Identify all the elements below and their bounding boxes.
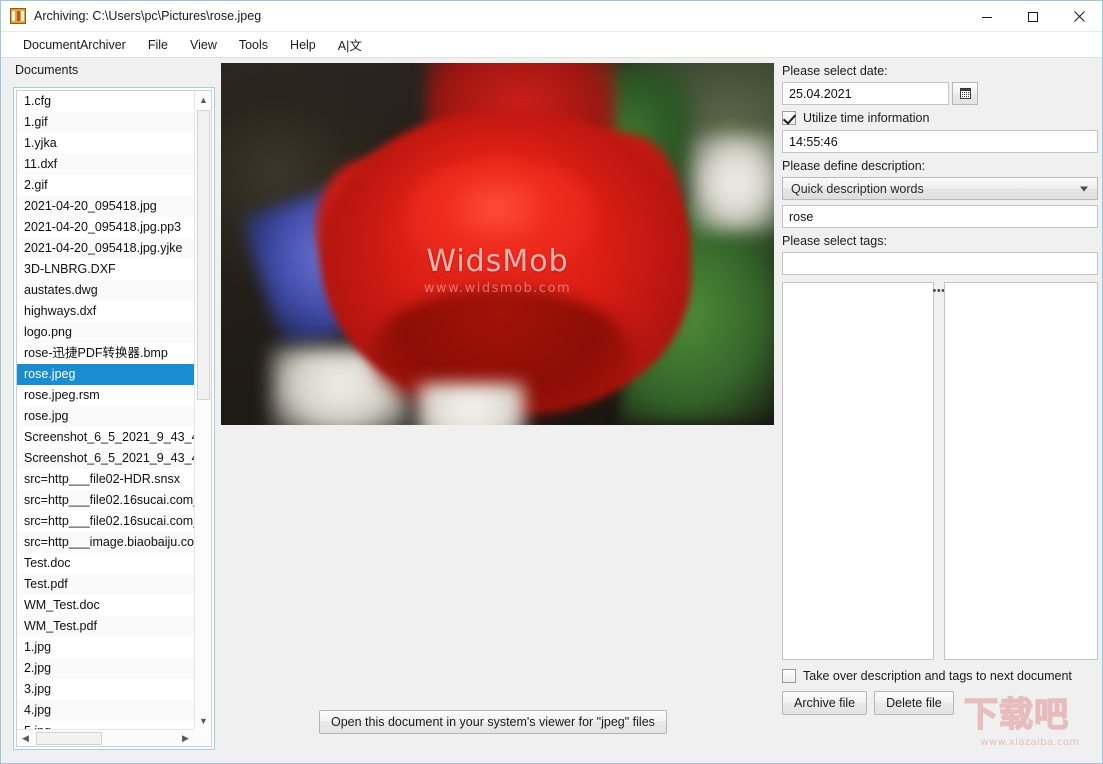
documents-label: Documents <box>5 62 215 81</box>
file-list-item[interactable]: WM_Test.pdf <box>17 616 195 637</box>
horizontal-scroll-thumb[interactable] <box>36 732 102 745</box>
menu-item-tools[interactable]: Tools <box>228 35 279 55</box>
takeover-row: Take over description and tags to next d… <box>782 669 1098 683</box>
archive-file-button[interactable]: Archive file <box>782 691 867 715</box>
file-list-item[interactable]: 1.jpg <box>17 637 195 658</box>
scroll-down-icon[interactable]: ▼ <box>195 712 212 729</box>
documents-list-inner: 1.cfg1.gif1.yjka11.dxf2.gif2021-04-20_09… <box>16 90 212 747</box>
menu-item-help[interactable]: Help <box>279 35 327 55</box>
scroll-right-icon[interactable]: ▶ <box>177 730 194 747</box>
close-button[interactable] <box>1056 1 1102 32</box>
file-list-item[interactable]: Screenshot_6_5_2021_9_43_40.j <box>17 427 195 448</box>
title-bar: Archiving: C:\Users\pc\Pictures\rose.jpe… <box>1 1 1102 32</box>
window-title: Archiving: C:\Users\pc\Pictures\rose.jpe… <box>34 9 261 23</box>
file-list-item[interactable]: rose-迅捷PDF转换器.bmp <box>17 343 195 364</box>
delete-file-button[interactable]: Delete file <box>874 691 954 715</box>
file-list-item[interactable]: src=http___file02.16sucai.com_ <box>17 511 195 532</box>
calendar-picker-button[interactable] <box>952 82 978 105</box>
file-list-item[interactable]: rose.jpeg <box>17 364 195 385</box>
date-input[interactable]: 25.04.2021 <box>782 82 949 105</box>
menu-bar: DocumentArchiver File View Tools Help A|… <box>1 32 1102 58</box>
file-list-item[interactable]: 1.cfg <box>17 91 195 112</box>
date-row: 25.04.2021 <box>782 82 1098 105</box>
vertical-scroll-thumb[interactable] <box>197 110 210 400</box>
archive-box-icon <box>10 8 26 24</box>
file-list-item[interactable]: 2021-04-20_095418.jpg.yjke <box>17 238 195 259</box>
date-label: Please select date: <box>782 64 1098 78</box>
scroll-left-icon[interactable]: ◀ <box>17 730 34 747</box>
utilize-time-label: Utilize time information <box>803 111 929 125</box>
tags-input[interactable] <box>782 252 1098 275</box>
utilize-time-checkbox[interactable] <box>782 111 796 125</box>
file-list-item[interactable]: 3D-LNBRG.DXF <box>17 259 195 280</box>
document-preview-image: WidsMob www.widsmob.com <box>221 63 774 425</box>
menu-item-file[interactable]: File <box>137 35 179 55</box>
file-list-item[interactable]: src=http___file02-HDR.snsx <box>17 469 195 490</box>
file-list-item[interactable]: Screenshot_6_5_2021_9_43_42.j <box>17 448 195 469</box>
file-list-item[interactable]: 1.gif <box>17 112 195 133</box>
file-list-item[interactable]: 4.jpg <box>17 700 195 721</box>
action-buttons-row: Archive file Delete file <box>782 691 1098 715</box>
file-list-item[interactable]: rose.jpeg.rsm <box>17 385 195 406</box>
file-list-item[interactable]: highways.dxf <box>17 301 195 322</box>
file-list-item[interactable]: austates.dwg <box>17 280 195 301</box>
file-list-item[interactable]: Test.pdf <box>17 574 195 595</box>
file-list-item[interactable]: WM_Test.doc <box>17 595 195 616</box>
available-tags-list[interactable] <box>782 282 934 660</box>
tags-label: Please select tags: <box>782 234 1098 248</box>
menu-item-view[interactable]: View <box>179 35 228 55</box>
file-list-item[interactable]: logo.png <box>17 322 195 343</box>
photo-rose-core <box>406 158 596 278</box>
menu-item-documentarchiver[interactable]: DocumentArchiver <box>12 35 137 55</box>
preview-area: WidsMob www.widsmob.com Open this docume… <box>219 58 779 763</box>
selected-tags-list[interactable] <box>944 282 1098 660</box>
chevron-down-icon <box>1080 186 1088 191</box>
minimize-button[interactable] <box>964 1 1010 32</box>
metadata-form-panel: Please select date: 25.04.2021 Utilize t… <box>782 64 1098 759</box>
description-label: Please define description: <box>782 159 1098 173</box>
scrollbar-corner <box>194 729 211 746</box>
file-list-item[interactable]: 1.yjka <box>17 133 195 154</box>
main-content: Documents 1.cfg1.gif1.yjka11.dxf2.gif202… <box>1 58 1102 763</box>
documents-horizontal-scrollbar[interactable]: ◀ ▶ <box>17 729 211 746</box>
file-list-item[interactable]: 2021-04-20_095418.jpg.pp3 <box>17 217 195 238</box>
photo-white-flower-right <box>691 133 774 233</box>
maximize-button[interactable] <box>1010 1 1056 32</box>
calendar-icon <box>960 88 971 99</box>
quick-description-dropdown[interactable]: Quick description words <box>782 177 1098 200</box>
scroll-up-icon[interactable]: ▲ <box>195 91 212 108</box>
file-list-item[interactable]: 2.jpg <box>17 658 195 679</box>
documents-list-container: 1.cfg1.gif1.yjka11.dxf2.gif2021-04-20_09… <box>13 87 215 750</box>
file-list-item[interactable]: 2.gif <box>17 175 195 196</box>
photo-white-flower-bottom <box>416 383 526 425</box>
file-list-item[interactable]: 2021-04-20_095418.jpg <box>17 196 195 217</box>
takeover-checkbox[interactable] <box>782 669 796 683</box>
description-input[interactable]: rose <box>782 205 1098 228</box>
open-in-system-viewer-button[interactable]: Open this document in your system's view… <box>319 710 667 734</box>
document-file-list[interactable]: 1.cfg1.gif1.yjka11.dxf2.gif2021-04-20_09… <box>17 91 195 746</box>
documents-panel: Documents 1.cfg1.gif1.yjka11.dxf2.gif202… <box>5 62 215 758</box>
quick-description-value: Quick description words <box>791 182 924 196</box>
file-list-item[interactable]: Test.doc <box>17 553 195 574</box>
menu-item-language[interactable]: A|文 <box>327 32 373 57</box>
utilize-time-row: Utilize time information <box>782 111 1098 125</box>
file-list-item[interactable]: src=http___file02.16sucai.com_ <box>17 490 195 511</box>
file-list-item[interactable]: rose.jpg <box>17 406 195 427</box>
tag-lists-splitter[interactable]: ••• <box>934 282 944 660</box>
application-window: Archiving: C:\Users\pc\Pictures\rose.jpe… <box>0 0 1103 764</box>
tag-lists-row: ••• <box>782 282 1098 660</box>
documents-vertical-scrollbar[interactable]: ▲ ▼ <box>194 91 211 729</box>
file-list-item[interactable]: 3.jpg <box>17 679 195 700</box>
window-controls <box>964 1 1102 32</box>
time-input[interactable]: 14:55:46 <box>782 130 1098 153</box>
file-list-item[interactable]: src=http___image.biaobaiju.com <box>17 532 195 553</box>
takeover-label: Take over description and tags to next d… <box>803 669 1072 683</box>
file-list-item[interactable]: 11.dxf <box>17 154 195 175</box>
